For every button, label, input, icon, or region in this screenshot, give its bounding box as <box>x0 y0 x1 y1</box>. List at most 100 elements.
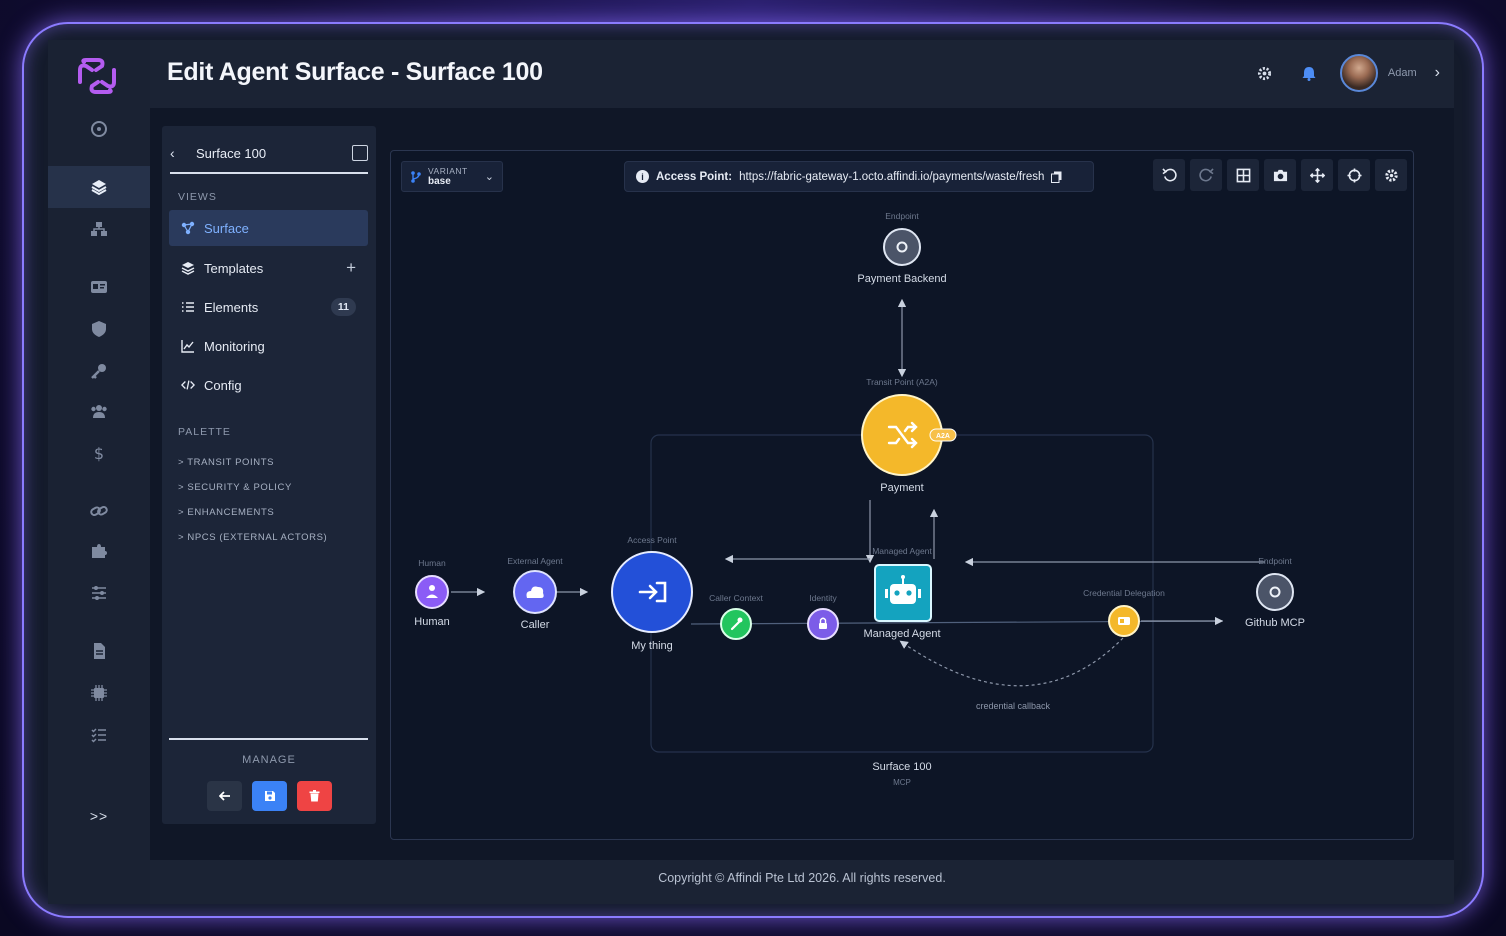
id-card-icon[interactable] <box>48 266 150 308</box>
main-area: Edit Agent Surface - Surface 100 Adam › … <box>150 40 1454 904</box>
node-label: Github MCP <box>1245 617 1305 629</box>
footer: Copyright © Affindi Pte Ltd 2026. All ri… <box>150 860 1454 904</box>
layers-icon <box>181 261 195 275</box>
palette-item-npcs[interactable]: > NPCS (EXTERNAL ACTORS) <box>178 532 327 543</box>
arrow-left-icon <box>218 791 230 801</box>
divider <box>170 172 368 174</box>
edge-credential-callback <box>899 637 1124 687</box>
node-type-label: Human <box>418 558 446 568</box>
checklist-icon[interactable] <box>48 714 150 756</box>
node-type-label: Transit Point (A2A) <box>866 377 938 387</box>
network-icon[interactable] <box>48 208 150 250</box>
node-payment[interactable]: A2A <box>861 394 957 476</box>
document-icon[interactable] <box>48 630 150 672</box>
node-type-label: Credential Delegation <box>1083 588 1165 598</box>
top-bar: Edit Agent Surface - Surface 100 Adam › <box>150 40 1454 108</box>
app-frame: $ >> Edit Agent Surface - Surface 100 Ad… <box>22 22 1484 918</box>
node-caller[interactable] <box>513 570 557 614</box>
palette-item-enhancements[interactable]: > ENHANCEMENTS <box>178 507 274 518</box>
svg-text:$: $ <box>94 444 104 462</box>
palette-label: PALETTE <box>178 426 231 438</box>
node-label: Payment Backend <box>857 273 946 285</box>
nav-item-elements[interactable]: Elements 11 <box>169 289 368 325</box>
lock-icon <box>819 623 827 629</box>
page-title: Edit Agent Surface - Surface 100 <box>167 58 543 86</box>
fullscreen-icon[interactable] <box>352 145 368 161</box>
surface-graph: Surface 100 MCP credential callback Endp… <box>414 211 1305 787</box>
group-sublabel: MCP <box>893 778 911 787</box>
manage-label: MANAGE <box>242 754 296 766</box>
node-my-thing[interactable] <box>611 551 693 633</box>
surface-canvas[interactable]: VARIANT base ⌄ i Access Point: https://f… <box>390 150 1414 840</box>
robot-icon <box>890 584 916 604</box>
save-button[interactable] <box>252 781 287 811</box>
edge-label-callback: credential callback <box>976 701 1051 711</box>
node-type-label: Identity <box>809 593 837 603</box>
add-template-plus-icon[interactable]: + <box>346 258 356 278</box>
nav-label: Config <box>204 377 242 393</box>
node-payment-backend[interactable] <box>883 228 921 266</box>
nav-label: Surface <box>204 220 249 236</box>
node-credential-delegation[interactable] <box>1108 605 1140 637</box>
nav-label: Elements <box>204 299 259 315</box>
surface-graph-icon <box>181 221 195 235</box>
manage-buttons <box>207 781 332 811</box>
nav-item-surface[interactable]: Surface <box>169 210 368 246</box>
node-label: Payment <box>880 482 923 494</box>
node-caller-context[interactable] <box>720 608 752 640</box>
views-label: VIEWS <box>178 191 217 203</box>
notification-bell-icon[interactable] <box>1296 60 1322 86</box>
surface-panel: ‹ Surface 100 VIEWS Surface Templates + <box>162 126 376 824</box>
node-human[interactable] <box>415 575 449 609</box>
settings-gear-icon[interactable] <box>1252 60 1278 86</box>
code-icon <box>181 378 195 392</box>
icon-rail: $ >> <box>48 40 150 904</box>
nav-item-monitoring[interactable]: Monitoring <box>169 328 368 364</box>
line-chart-icon <box>181 339 195 353</box>
person-icon <box>429 585 435 591</box>
nav-label: Monitoring <box>204 338 265 354</box>
user-avatar[interactable] <box>1339 54 1378 92</box>
dashboard-icon[interactable] <box>48 108 150 150</box>
node-github-mcp[interactable] <box>1256 573 1294 611</box>
node-label: Managed Agent <box>863 628 940 640</box>
palette-item-transit-points[interactable]: > TRANSIT POINTS <box>178 457 274 468</box>
delete-button[interactable] <box>297 781 332 811</box>
expand-rail-button[interactable]: >> <box>48 808 150 824</box>
node-managed-agent[interactable] <box>874 564 932 622</box>
copyright-text: Copyright © Affindi Pte Ltd 2026. All ri… <box>658 871 946 885</box>
panel-header: ‹ Surface 100 <box>170 142 368 164</box>
trash-icon <box>309 790 320 802</box>
dollar-icon[interactable]: $ <box>48 432 150 474</box>
back-button[interactable] <box>207 781 242 811</box>
node-type-label: Endpoint <box>1258 556 1292 566</box>
chip-icon[interactable] <box>48 672 150 714</box>
list-icon <box>181 300 195 314</box>
node-type-label: Endpoint <box>885 211 919 221</box>
palette-item-security-policy[interactable]: > SECURITY & POLICY <box>178 482 292 493</box>
a2a-badge: A2A <box>936 433 950 440</box>
chevron-left-icon[interactable]: ‹ <box>170 145 192 161</box>
node-identity[interactable] <box>807 608 839 640</box>
users-icon[interactable] <box>48 390 150 432</box>
key-icon[interactable] <box>48 350 150 392</box>
top-actions: Adam › <box>1252 53 1440 93</box>
elements-count-badge: 11 <box>330 298 356 316</box>
nav-item-config[interactable]: Config <box>169 367 368 403</box>
sliders-icon[interactable] <box>48 572 150 614</box>
app-logo-icon[interactable] <box>74 56 120 96</box>
shield-icon[interactable] <box>48 308 150 350</box>
layers-icon[interactable] <box>48 166 150 208</box>
user-name[interactable]: Adam <box>1388 67 1417 79</box>
node-label: My thing <box>631 640 673 652</box>
node-label: Human <box>414 616 449 628</box>
floppy-disk-icon <box>264 791 275 801</box>
nav-item-templates[interactable]: Templates + <box>169 250 368 286</box>
group-label: Surface 100 <box>872 761 931 773</box>
node-type-label: Access Point <box>627 535 677 545</box>
chevron-right-icon[interactable]: › <box>1435 64 1440 82</box>
puzzle-icon[interactable] <box>48 530 150 572</box>
link-icon[interactable] <box>48 490 150 532</box>
divider <box>169 738 368 740</box>
node-type-label: Caller Context <box>709 593 763 603</box>
